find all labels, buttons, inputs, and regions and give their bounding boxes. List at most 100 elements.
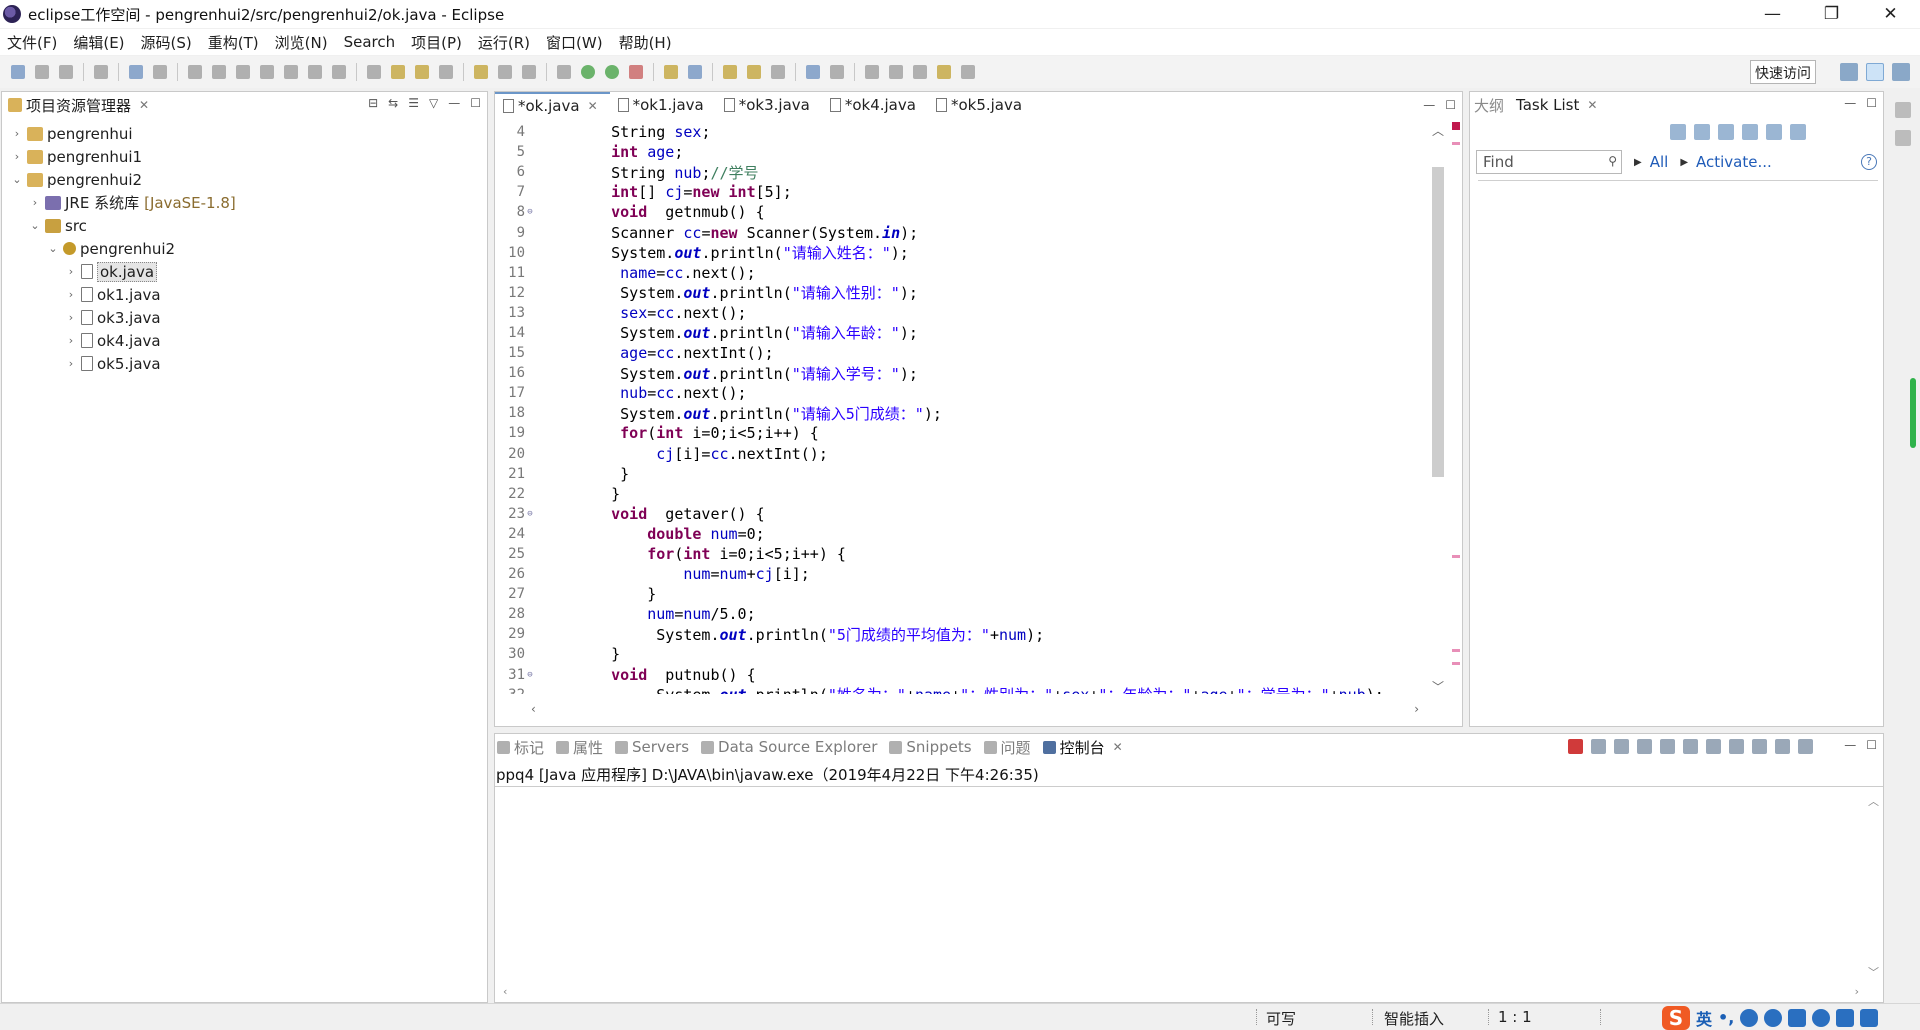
tree-item[interactable]: › ok5.java — [2, 352, 487, 375]
search-icon[interactable] — [771, 65, 785, 79]
collapse-arrow-icon[interactable]: ⌄ — [10, 173, 24, 186]
tab-task-list[interactable]: Task List — [1516, 96, 1579, 114]
word-wrap-icon[interactable] — [367, 65, 381, 79]
show-on-output-icon[interactable] — [1706, 739, 1721, 754]
tree-item[interactable]: › ok4.java — [2, 329, 487, 352]
suspend-icon[interactable] — [212, 65, 226, 79]
expand-arrow-icon[interactable]: ▶ — [1634, 157, 1642, 168]
expand-arrow-icon[interactable]: › — [64, 357, 78, 370]
tab-data-source-explorer[interactable]: Data Source Explorer — [701, 738, 877, 756]
editor-tab[interactable]: *ok3.java — [716, 92, 822, 118]
toggle-mark-occurrences-icon[interactable] — [391, 65, 405, 79]
maximize-view-icon[interactable]: ☐ — [1866, 738, 1877, 752]
tree-item[interactable]: › pengrenhui — [2, 122, 487, 145]
skin-icon[interactable] — [1836, 1008, 1855, 1027]
last-edit-location-icon[interactable] — [913, 65, 927, 79]
scroll-right-icon[interactable]: › — [1855, 985, 1859, 998]
editor-horizontal-scrollbar[interactable]: ‹ › — [525, 702, 1425, 720]
new-class-icon[interactable] — [688, 65, 702, 79]
scroll-up-icon[interactable]: ︿ — [1868, 793, 1879, 809]
editor-tab[interactable]: *ok5.java — [928, 92, 1034, 118]
coverage-icon[interactable] — [605, 65, 619, 79]
show-on-error-icon[interactable] — [1729, 739, 1744, 754]
block-selection-icon[interactable] — [439, 65, 453, 79]
microphone-icon[interactable] — [1764, 1008, 1783, 1027]
new-icon[interactable] — [11, 65, 25, 79]
quick-access-input[interactable]: 快速访问 — [1750, 60, 1816, 84]
code-area[interactable]: 4 String sex; 5 int age; 6 String nub;//学号… — [495, 122, 1432, 694]
menu-project[interactable]: 项目(P) — [411, 32, 462, 53]
account-icon[interactable] — [94, 65, 108, 79]
error-marker[interactable] — [1452, 122, 1460, 130]
tree-item[interactable]: › ok3.java — [2, 306, 487, 329]
ime-punctuation[interactable]: •, — [1718, 1008, 1734, 1027]
previous-annotation-icon[interactable] — [889, 65, 903, 79]
menu-navigate[interactable]: 浏览(N) — [275, 32, 328, 53]
scroll-right-icon[interactable]: › — [1414, 702, 1419, 720]
close-button[interactable]: ✕ — [1861, 0, 1920, 28]
collapse-arrow-icon[interactable]: ⌄ — [28, 219, 42, 232]
scroll-lock-icon[interactable] — [1660, 739, 1675, 754]
word-wrap-icon[interactable] — [1683, 739, 1698, 754]
forward-arrow-icon[interactable] — [961, 65, 975, 79]
minimize-view-icon[interactable]: — — [448, 96, 460, 110]
resume-icon[interactable] — [188, 65, 202, 79]
close-icon[interactable]: ✕ — [1587, 98, 1597, 112]
warning-marker[interactable] — [1452, 649, 1460, 652]
fold-toggle-icon[interactable]: ⊖ — [525, 509, 535, 519]
open-console-icon[interactable] — [1798, 739, 1813, 754]
warning-marker[interactable] — [1452, 142, 1460, 145]
sync-icon[interactable] — [1790, 124, 1806, 140]
warning-marker[interactable] — [1452, 662, 1460, 665]
menu-file[interactable]: 文件(F) — [7, 32, 57, 53]
scroll-down-icon[interactable]: ﹀ — [1868, 964, 1879, 980]
debug-icon[interactable] — [557, 65, 571, 79]
expand-arrow-icon[interactable]: › — [10, 127, 24, 140]
open-folder-icon[interactable] — [723, 65, 737, 79]
run-icon[interactable] — [581, 65, 595, 79]
tree-item[interactable]: ⌄ src — [2, 214, 487, 237]
tree-item[interactable]: ⌄ pengrenhui2 — [2, 237, 487, 260]
save-all-icon[interactable] — [59, 65, 73, 79]
remove-launch-icon[interactable] — [1591, 739, 1606, 754]
editor-tab[interactable]: *ok1.java — [610, 92, 716, 118]
collapse-arrow-icon[interactable]: ⌄ — [46, 242, 60, 255]
tab-outline[interactable]: 大纲 — [1474, 95, 1504, 116]
pin-icon[interactable] — [830, 65, 844, 79]
tab-servers[interactable]: Servers — [615, 738, 689, 756]
tree-item[interactable]: › ok.java — [2, 260, 487, 283]
pilcrow-icon[interactable] — [522, 65, 536, 79]
clear-console-icon[interactable] — [1637, 739, 1652, 754]
scroll-down-icon[interactable]: ﹀ — [1429, 678, 1447, 694]
tree-item[interactable]: › JRE 系统库 [JavaSE-1.8] — [2, 191, 487, 214]
filter-icon[interactable]: ☰ — [408, 96, 419, 110]
show-whitespace-icon[interactable] — [498, 65, 512, 79]
warning-marker[interactable] — [1452, 555, 1460, 558]
back-arrow-icon[interactable] — [937, 65, 951, 79]
globe-icon[interactable] — [806, 65, 820, 79]
disconnect-icon[interactable] — [260, 65, 274, 79]
menu-search[interactable]: Search — [344, 33, 396, 51]
help-icon[interactable]: ? — [1861, 154, 1877, 170]
new-java-project-icon[interactable] — [664, 65, 678, 79]
focus-icon[interactable] — [1742, 124, 1758, 140]
expand-arrow-icon[interactable]: › — [64, 334, 78, 347]
tab-project-explorer[interactable]: 项目资源管理器 ✕ — [2, 92, 155, 118]
collapse-icon[interactable] — [1766, 124, 1782, 140]
display-console-icon[interactable] — [1775, 739, 1790, 754]
tab-snippets[interactable]: Snippets — [889, 738, 972, 756]
skip-breakpoints-icon[interactable] — [153, 65, 167, 79]
close-icon[interactable]: ✕ — [139, 98, 149, 112]
emoji-icon[interactable] — [1740, 1008, 1759, 1027]
task-find-input[interactable]: Find ⚲ — [1476, 150, 1622, 174]
save-icon[interactable] — [35, 65, 49, 79]
terminal-icon[interactable] — [129, 65, 143, 79]
fold-toggle-icon[interactable]: ⊖ — [525, 670, 535, 680]
minimize-view-icon[interactable]: — — [1844, 96, 1856, 110]
ime-language[interactable]: 英 — [1696, 1006, 1712, 1030]
all-link[interactable]: All — [1650, 153, 1669, 171]
new-task-icon[interactable] — [1670, 124, 1686, 140]
open-perspective-icon[interactable] — [1840, 63, 1858, 81]
minimize-button[interactable]: — — [1743, 0, 1802, 28]
maximize-editor-icon[interactable]: ☐ — [1445, 98, 1456, 112]
